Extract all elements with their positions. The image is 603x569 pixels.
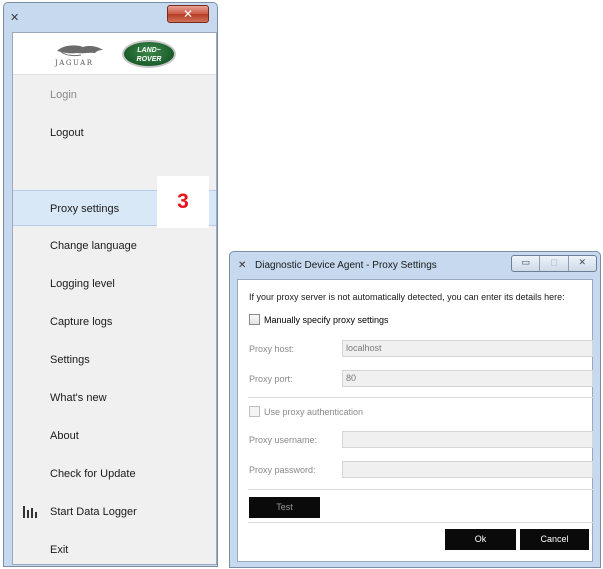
divider [248,397,593,398]
window-controls: ▭ ◻ ✕ [511,255,597,272]
menu-item-about[interactable]: About [13,418,216,454]
menu-item-settings[interactable]: Settings [13,342,216,378]
proxy-auth-label: Use proxy authentication [264,406,364,417]
proxy-port-input[interactable]: 80 [342,370,593,387]
land-rover-line2: ROVER [136,56,162,63]
proxy-username-label: Proxy username: [249,435,318,445]
screenshot-stage: ✕ ✕ JAGUAR LAND~ ROVER Login Logout Prox… [0,0,603,569]
proxy-port-label: Proxy port: [249,374,293,384]
land-rover-logo: LAND~ ROVER [122,40,176,68]
proxy-auth-checkbox[interactable] [249,406,260,417]
menu-item-logout[interactable]: Logout [13,115,216,151]
close-button[interactable]: ✕ [167,5,209,23]
dialog-body: If your proxy server is not automaticall… [237,279,593,562]
manual-proxy-checkbox[interactable] [249,314,260,325]
menu-item-capture-logs[interactable]: Capture logs [13,304,216,340]
menu-item-start-data-logger[interactable]: Start Data Logger [13,494,216,530]
app-icon: ✕ [238,260,247,271]
manual-proxy-label: Manually specify proxy settings [264,314,389,325]
proxy-password-label: Proxy password: [249,465,316,475]
step-number-callout: 3 [157,176,209,228]
divider [248,522,593,523]
proxy-settings-dialog: ✕ Diagnostic Device Agent - Proxy Settin… [229,251,601,568]
menu-item-login[interactable]: Login [13,77,216,113]
app-icon: ✕ [10,11,20,24]
menu-item-whats-new[interactable]: What's new [13,380,216,416]
proxy-username-input[interactable] [342,431,593,448]
proxy-host-label: Proxy host: [249,344,295,354]
menu-item-label: Start Data Logger [50,506,137,518]
menu-item-check-for-update[interactable]: Check for Update [13,456,216,492]
agent-menu-window: ✕ ✕ JAGUAR LAND~ ROVER Login Logout Prox… [3,2,218,567]
close-button[interactable]: ✕ [569,256,596,271]
proxy-auth-checkbox-row[interactable]: Use proxy authentication [249,406,363,417]
dialog-titlebar: ✕ Diagnostic Device Agent - Proxy Settin… [230,252,600,278]
menu-body: JAGUAR LAND~ ROVER Login Logout Proxy se… [12,32,217,565]
proxy-password-input[interactable] [342,461,593,478]
cancel-button[interactable]: Cancel [520,529,589,550]
proxy-host-input[interactable]: localhost [342,340,593,357]
menu-titlebar: ✕ ✕ [4,3,217,31]
ok-button[interactable]: Ok [445,529,516,550]
brand-logo-bar: JAGUAR LAND~ ROVER [13,33,216,75]
bar-chart-icon [23,506,37,518]
divider [248,489,593,490]
intro-text: If your proxy server is not automaticall… [249,292,565,302]
manual-proxy-checkbox-row[interactable]: Manually specify proxy settings [249,314,389,325]
minimize-button[interactable]: ▭ [512,256,541,271]
maximize-button[interactable]: ◻ [540,256,569,271]
jaguar-wordmark: JAGUAR [55,59,94,67]
menu-item-change-language[interactable]: Change language [13,228,216,264]
test-button[interactable]: Test [249,497,320,518]
dialog-title: Diagnostic Device Agent - Proxy Settings [255,260,437,271]
menu-item-logging-level[interactable]: Logging level [13,266,216,302]
land-rover-line1: LAND~ [137,47,161,54]
menu-item-exit[interactable]: Exit [13,532,216,566]
